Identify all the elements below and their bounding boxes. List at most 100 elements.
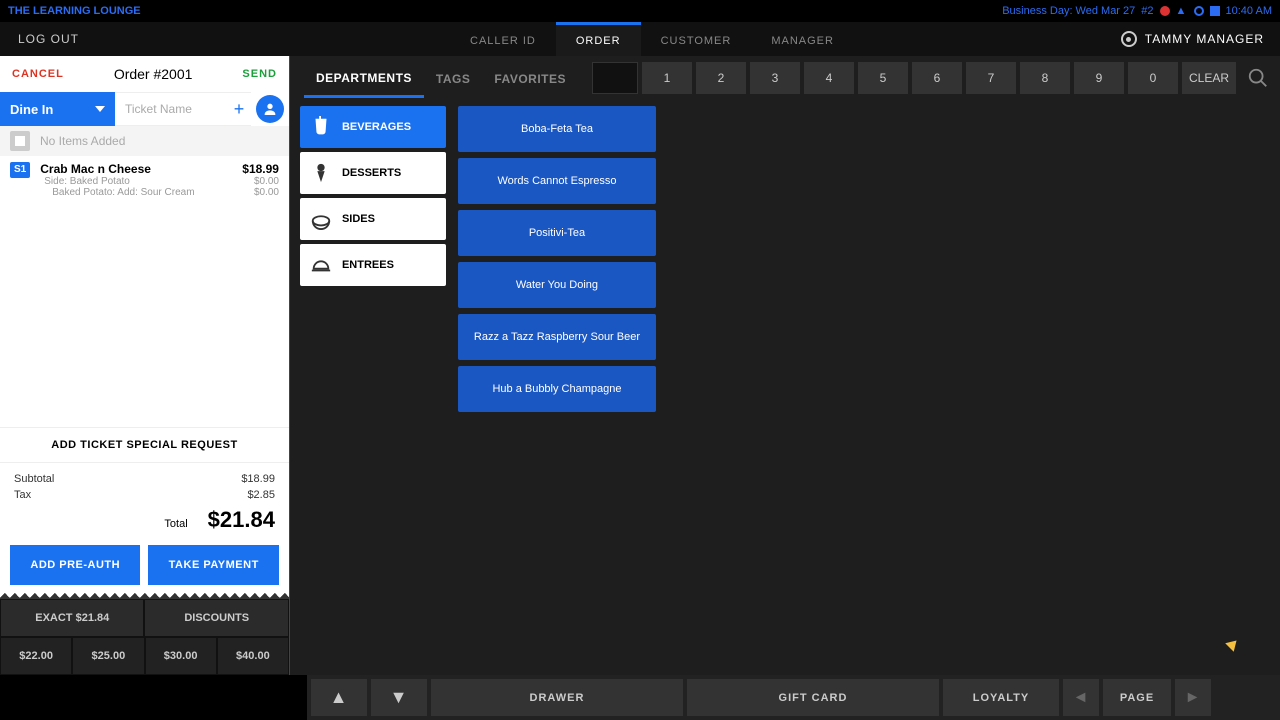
category-entrees[interactable]: ENTREES [300, 244, 446, 286]
user-box[interactable]: TAMMY MANAGER [1121, 22, 1280, 56]
category-label: ENTREES [342, 259, 394, 271]
category-label: BEVERAGES [342, 121, 411, 133]
clock: 10:40 AM [1226, 5, 1272, 17]
tab-order[interactable]: ORDER [556, 22, 641, 56]
category-beverages[interactable]: BEVERAGES [300, 106, 446, 148]
item-name: Crab Mac n Cheese [40, 162, 151, 176]
page-next-button[interactable]: ► [1175, 679, 1211, 716]
search-button[interactable] [1244, 64, 1272, 92]
menu-item-button[interactable]: Positivi-Tea [458, 210, 656, 256]
drawer-button[interactable]: DRAWER [431, 679, 683, 716]
cash-quick-button[interactable]: $30.00 [145, 637, 217, 675]
order-panel: CANCEL Order #2001 SEND Dine In Ticket N… [0, 56, 290, 675]
user-name: TAMMY MANAGER [1145, 32, 1264, 46]
nav-tabs: CALLER ID ORDER CUSTOMER MANAGER [450, 22, 854, 56]
business-day: Business Day: Wed Mar 27 [1002, 5, 1135, 17]
take-payment-button[interactable]: TAKE PAYMENT [148, 545, 278, 585]
tab-caller-id[interactable]: CALLER ID [450, 22, 556, 56]
printer-icon: ▲ [1176, 5, 1188, 17]
status-square-icon [1210, 6, 1220, 16]
order-line-item[interactable]: S1 Crab Mac n Cheese $18.99 Side: Baked … [0, 156, 289, 204]
item-modifier: Baked Potato: Add: Sour Cream [52, 187, 194, 198]
scroll-up-button[interactable]: ▲ [311, 679, 367, 716]
item-modifier-price: $0.00 [254, 187, 279, 198]
bottom-bar: ▲ ▼ DRAWER GIFT CARD LOYALTY ◄ PAGE ► [307, 675, 1280, 720]
order-number: Order #2001 [64, 66, 243, 82]
cancel-button[interactable]: CANCEL [12, 68, 64, 80]
total-value: $21.84 [208, 507, 275, 533]
special-request-button[interactable]: ADD TICKET SPECIAL REQUEST [0, 427, 289, 463]
menu-item-button[interactable]: Hub a Bubbly Champagne [458, 366, 656, 412]
item-price: $18.99 [242, 162, 279, 176]
tax-label: Tax [14, 489, 31, 501]
gift-card-button[interactable]: GIFT CARD [687, 679, 939, 716]
category-column: BEVERAGES DESSERTS SIDES ENTREES [300, 106, 446, 669]
sides-icon [310, 208, 332, 230]
subtotal-value: $18.99 [241, 473, 275, 485]
person-icon [256, 95, 284, 123]
subtotal-label: Subtotal [14, 473, 54, 485]
filter-tags[interactable]: TAGS [424, 60, 482, 96]
tab-manager[interactable]: MANAGER [751, 22, 854, 56]
order-type-dropdown[interactable]: Dine In [0, 92, 115, 126]
keypad-2[interactable]: 2 [696, 62, 746, 94]
quantity-display [592, 62, 638, 94]
send-button[interactable]: SEND [242, 68, 277, 80]
ticket-name-input[interactable]: Ticket Name [115, 92, 227, 126]
category-label: SIDES [342, 213, 375, 225]
cash-quick-button[interactable]: $22.00 [0, 637, 72, 675]
page-label: PAGE [1103, 679, 1171, 716]
header-bar: LOG OUT CALLER ID ORDER CUSTOMER MANAGER… [0, 22, 1280, 56]
no-items-label: No Items Added [40, 134, 125, 148]
tab-customer[interactable]: CUSTOMER [641, 22, 752, 56]
item-column: Boba-Feta Tea Words Cannot Espresso Posi… [458, 106, 656, 669]
guest-button[interactable] [251, 92, 289, 126]
sync-ring-icon [1194, 6, 1204, 16]
dessert-icon [310, 162, 332, 184]
category-desserts[interactable]: DESSERTS [300, 152, 446, 194]
cash-quick-button[interactable]: $25.00 [72, 637, 144, 675]
item-modifier-price: $0.00 [254, 176, 279, 187]
keypad-clear[interactable]: CLEAR [1182, 62, 1236, 94]
terminal-number: #2 [1141, 5, 1153, 17]
keypad-4[interactable]: 4 [804, 62, 854, 94]
tax-value: $2.85 [247, 489, 275, 501]
logout-button[interactable]: LOG OUT [0, 22, 310, 56]
menu-item-button[interactable]: Words Cannot Espresso [458, 158, 656, 204]
menu-item-button[interactable]: Razz a Tazz Raspberry Sour Beer [458, 314, 656, 360]
venue-title: THE LEARNING LOUNGE [8, 5, 141, 17]
no-items-row: No Items Added [0, 126, 289, 156]
user-icon [1121, 31, 1137, 47]
entrees-icon [310, 254, 332, 276]
menu-item-button[interactable]: Boba-Feta Tea [458, 106, 656, 152]
filter-departments[interactable]: DEPARTMENTS [304, 59, 424, 98]
order-type-label: Dine In [10, 102, 53, 117]
add-ticket-button[interactable]: + [227, 92, 251, 126]
menu-item-button[interactable]: Water You Doing [458, 262, 656, 308]
keypad-8[interactable]: 8 [1020, 62, 1070, 94]
discounts-button[interactable]: DISCOUNTS [144, 599, 288, 637]
keypad-5[interactable]: 5 [858, 62, 908, 94]
category-label: DESSERTS [342, 167, 401, 179]
scroll-down-button[interactable]: ▼ [371, 679, 427, 716]
filter-favorites[interactable]: FAVORITES [482, 60, 578, 96]
empty-box-icon [10, 131, 30, 151]
keypad-1[interactable]: 1 [642, 62, 692, 94]
page-prev-button[interactable]: ◄ [1063, 679, 1099, 716]
keypad-9[interactable]: 9 [1074, 62, 1124, 94]
exact-cash-button[interactable]: EXACT $21.84 [0, 599, 144, 637]
category-sides[interactable]: SIDES [300, 198, 446, 240]
keypad-0[interactable]: 0 [1128, 62, 1178, 94]
beverage-icon [310, 116, 332, 138]
status-dot-icon [1160, 6, 1170, 16]
cash-quick-button[interactable]: $40.00 [217, 637, 289, 675]
keypad-7[interactable]: 7 [966, 62, 1016, 94]
keypad-3[interactable]: 3 [750, 62, 800, 94]
add-preauth-button[interactable]: ADD PRE-AUTH [10, 545, 140, 585]
menu-panel: DEPARTMENTS TAGS FAVORITES 1 2 3 4 5 6 7… [290, 56, 1280, 675]
loyalty-button[interactable]: LOYALTY [943, 679, 1059, 716]
seat-badge: S1 [10, 162, 30, 178]
keypad-6[interactable]: 6 [912, 62, 962, 94]
total-label: Total [164, 518, 187, 530]
filter-row: DEPARTMENTS TAGS FAVORITES 1 2 3 4 5 6 7… [290, 56, 1280, 100]
